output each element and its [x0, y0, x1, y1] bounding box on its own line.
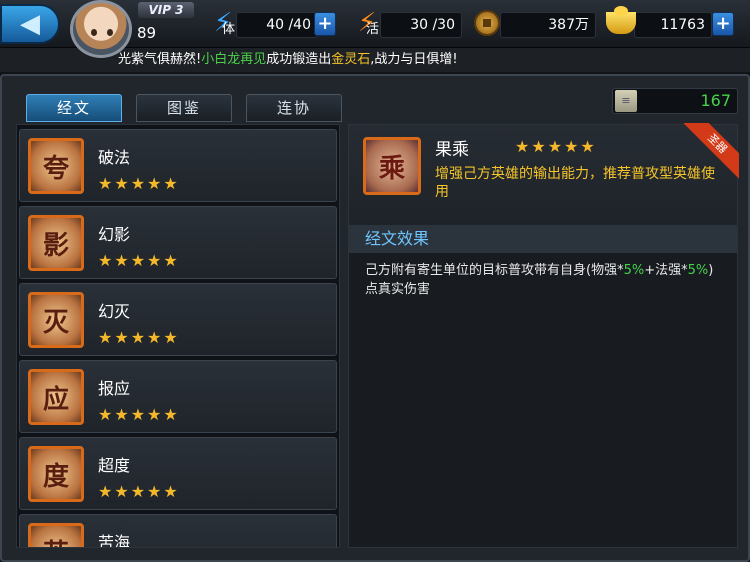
vip-badge[interactable]: VIP 3 [138, 2, 194, 18]
scripture-name: 幻影 [98, 225, 131, 244]
add-gold-button[interactable]: + [712, 12, 734, 36]
scripture-name: 幻灭 [98, 302, 131, 321]
scripture-icon: 夸 [28, 138, 84, 194]
scripture-icon: 影 [28, 215, 84, 271]
back-arrow-icon: ◀ [20, 9, 40, 39]
player-avatar[interactable] [70, 0, 132, 58]
star-rating: ★★★★★ [98, 174, 180, 193]
list-item[interactable]: 苦 苦海 ★★★★★ [19, 514, 337, 548]
effect-section-title: 经文效果 [349, 225, 737, 253]
list-item[interactable]: 度 超度 ★★★★★ [19, 437, 337, 510]
scripture-list[interactable]: 夸 破法 ★★★★★ 影 幻影 ★★★★★ 灭 幻灭 ★★★★★ 应 报应 ★★… [16, 124, 340, 548]
top-bar: ◀ VIP 3 89 ⚡ 体 40 /40 + ⚡ 活 30 /30 387万 … [0, 0, 750, 58]
effect-text-a: 己方附有寄生单位的目标普攻带有自身(物强* [365, 263, 624, 278]
vigor-value: 30 /30 [380, 12, 462, 38]
ribbon-label: 圣器 [683, 123, 739, 179]
scripture-name: 报应 [98, 379, 131, 398]
gold-value: 11763 [634, 12, 712, 38]
star-rating: ★★★★★ [98, 405, 180, 424]
effect-description: 己方附有寄生单位的目标普攻带有自身(物强*5%+法强*5%)点真实伤害 [365, 261, 725, 299]
add-stamina-button[interactable]: + [314, 12, 336, 36]
ticker-text-3: ,战力与日俱增! [370, 52, 458, 67]
avatar-eye-right [107, 29, 113, 36]
gold-ingot-icon [604, 4, 638, 42]
detail-header: 乘 果乘 ★★★★★ 增强己方英雄的输出能力，推荐普攻型英雄使用 圣器 [349, 123, 739, 225]
ticker-item-name: 金灵石 [331, 52, 371, 67]
detail-title: 果乘 [435, 140, 469, 160]
effect-percent-1: 5% [623, 263, 645, 278]
list-item[interactable]: 夸 破法 ★★★★★ [19, 129, 337, 202]
holy-item-ribbon: 圣器 [683, 123, 739, 179]
scripture-icon: 苦 [28, 523, 84, 547]
player-level: 89 [137, 24, 157, 42]
ticker-player-name: 小白龙再见 [201, 52, 267, 67]
copper-value: 387万 [500, 12, 596, 38]
tab-scripture[interactable]: 经文 [26, 94, 122, 122]
effect-percent-2: 5% [687, 263, 709, 278]
scroll-icon: ≡ [615, 90, 637, 112]
star-rating: ★★★★★ [98, 482, 180, 501]
scripture-name: 超度 [98, 456, 131, 475]
stamina-value: 40 /40 [236, 12, 318, 38]
star-rating: ★★★★★ [98, 328, 180, 347]
detail-scripture-icon: 乘 [363, 137, 421, 195]
list-item[interactable]: 灭 幻灭 ★★★★★ [19, 283, 337, 356]
detail-description: 增强己方英雄的输出能力，推荐普攻型英雄使用 [435, 166, 715, 200]
ticker-text-1: 光紫气俱赫然! [118, 52, 202, 67]
vigor-label: 活 [366, 22, 380, 37]
avatar-eye-left [91, 29, 97, 36]
scroll-count-value: 167 [700, 91, 731, 110]
list-item[interactable]: 影 幻影 ★★★★★ [19, 206, 337, 279]
scripture-name: 破法 [98, 148, 131, 167]
scripture-panel: 经文 图鉴 连协 ≡ 167 夸 破法 ★★★★★ 影 幻影 ★★★★★ 灭 幻… [0, 74, 750, 562]
effect-text-b: +法强* [644, 263, 688, 278]
stamina-label: 体 [222, 22, 236, 37]
scripture-icon: 度 [28, 446, 84, 502]
ticker-text-2: 成功锻造出 [266, 52, 332, 67]
tab-catalog[interactable]: 图鉴 [136, 94, 232, 122]
detail-star-rating: ★★★★★ [515, 137, 597, 156]
scripture-detail: 乘 果乘 ★★★★★ 增强己方英雄的输出能力，推荐普攻型英雄使用 圣器 经文效果… [348, 123, 739, 548]
scripture-icon: 应 [28, 369, 84, 425]
copper-coin-icon [470, 4, 504, 42]
scroll-counter: ≡ 167 [612, 88, 738, 114]
back-button[interactable]: ◀ [0, 4, 60, 44]
list-item[interactable]: 应 报应 ★★★★★ [19, 360, 337, 433]
scripture-icon: 灭 [28, 292, 84, 348]
star-rating: ★★★★★ [98, 251, 180, 270]
tab-combo[interactable]: 连协 [246, 94, 342, 122]
scripture-name: 苦海 [98, 533, 131, 548]
